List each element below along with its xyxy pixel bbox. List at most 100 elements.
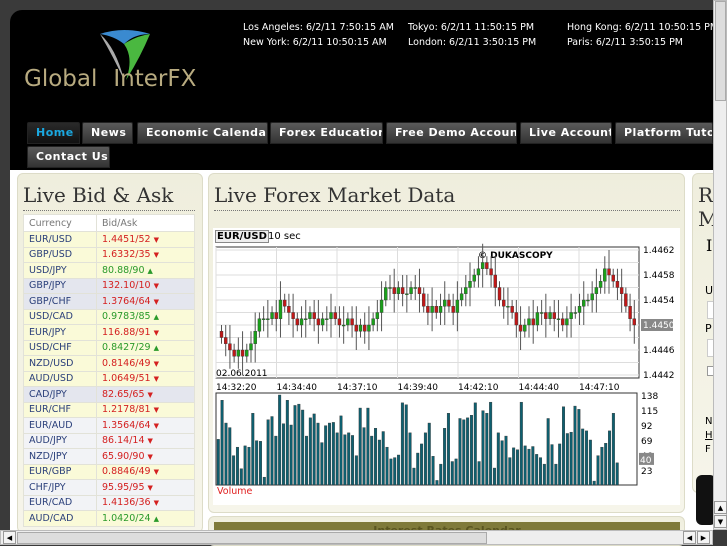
volume-bar xyxy=(588,439,592,486)
candle-body xyxy=(224,337,228,344)
bid-ask-value: 1.0420/24 ▲ xyxy=(96,510,195,527)
candle-body xyxy=(367,324,371,332)
quote: 1.0420/24 xyxy=(102,512,151,524)
candle-body xyxy=(531,318,535,326)
nav-free-demo-account[interactable]: Free Demo Account xyxy=(386,122,517,144)
currency-pair: USD/CHF xyxy=(23,339,97,356)
volume-bar xyxy=(611,413,615,486)
quote: 82.65/65 xyxy=(102,388,145,400)
scroll-right-icon[interactable]: ▶ xyxy=(697,531,710,544)
nav-live-account[interactable]: Live Account xyxy=(520,122,612,144)
volume-bar xyxy=(585,430,589,486)
volume-bar xyxy=(366,407,370,486)
candle-body xyxy=(619,287,624,294)
nav-forex-education[interactable]: Forex Education xyxy=(270,122,383,144)
vertical-scroll-thumb[interactable] xyxy=(715,1,726,101)
help-link[interactable]: H xyxy=(705,430,713,441)
volume-bar xyxy=(542,463,546,486)
bid-ask-row: CAD/JPY 82.65/65 ▼ xyxy=(23,386,195,403)
price-tick-label: 1.4446 xyxy=(643,346,675,356)
volume-bar xyxy=(297,403,301,486)
nav-platform-tutorials[interactable]: Platform Tutori xyxy=(615,122,713,144)
volume-bar xyxy=(516,449,519,486)
quote: 95.95/95 xyxy=(102,481,145,493)
volume-bar xyxy=(573,405,577,486)
logo-text-left: Global xyxy=(24,66,98,92)
bid-ask-row: EUR/CHF 1.2178/81 ▼ xyxy=(23,401,195,418)
nav-home[interactable]: Home xyxy=(27,122,80,144)
quote: 116.88/91 xyxy=(102,326,151,338)
candle-body xyxy=(421,293,426,307)
nav-news[interactable]: News xyxy=(82,122,133,144)
candle-body xyxy=(590,293,594,301)
volume-bar xyxy=(481,410,485,486)
candle-body xyxy=(245,349,249,357)
bid-ask-value: 65.90/90 ▼ xyxy=(96,448,195,465)
currency-pair: AUD/JPY xyxy=(23,432,97,449)
volume-bar xyxy=(462,419,466,486)
horizontal-scroll-thumb[interactable] xyxy=(17,532,487,544)
volume-bar xyxy=(228,427,232,486)
candle-body xyxy=(384,287,388,301)
volume-bar xyxy=(243,445,247,486)
candle-body xyxy=(409,287,413,294)
candle-body xyxy=(603,268,607,282)
currency-pair: EUR/AUD xyxy=(23,417,97,434)
time-tick-label: 14:47:10 xyxy=(579,383,620,393)
bid-ask-value: 82.65/65 ▼ xyxy=(96,386,195,403)
candle-body xyxy=(556,318,561,320)
volume-bar xyxy=(435,480,439,486)
volume-bar xyxy=(439,463,443,486)
scroll-down-icon[interactable]: ▼ xyxy=(714,515,727,528)
candle-body xyxy=(628,306,632,319)
clock-paris: Paris: 6/2/11 3:50:15 PM xyxy=(567,37,684,48)
date-label: 02.06.2011 xyxy=(216,369,268,379)
candle-body xyxy=(388,287,392,289)
arrow-down-icon: ▼ xyxy=(147,390,153,399)
candle-body xyxy=(459,293,464,301)
volume-bar xyxy=(420,443,424,486)
volume-bar xyxy=(450,461,454,486)
bid-ask-row: NZD/USD 0.8146/49 ▼ xyxy=(23,355,195,372)
currency-pair: NZD/USD xyxy=(23,355,97,372)
volume-tick-label: 69 xyxy=(641,437,653,447)
currency-pair: GBP/JPY xyxy=(23,277,97,294)
login-tab[interactable]: I xyxy=(706,236,712,255)
volume-bar xyxy=(232,455,236,486)
logo[interactable]: Global InterFX xyxy=(24,28,224,98)
bid-ask-row: GBP/CHF 1.3764/64 ▼ xyxy=(23,293,195,310)
scroll-left-icon[interactable]: ◀ xyxy=(3,531,16,544)
arrow-down-icon: ▼ xyxy=(153,375,159,384)
quote: 132.10/10 xyxy=(102,280,151,292)
volume-bar xyxy=(485,413,489,486)
volume-bar xyxy=(347,432,351,486)
nav-economic-calendar[interactable]: Economic Calendar xyxy=(137,122,268,144)
scroll-up-icon[interactable]: ▲ xyxy=(714,501,727,514)
bid-ask-row: AUD/CAD 1.0420/24 ▲ xyxy=(23,510,195,527)
volume-bar xyxy=(351,435,355,486)
volume-bar xyxy=(324,425,328,486)
volume-bar xyxy=(289,424,293,486)
current-price-label: 1.4450 xyxy=(643,321,675,331)
candle-body xyxy=(417,287,422,294)
bid-ask-value: 1.3764/64 ▼ xyxy=(96,293,195,310)
price-tick-label: 1.4442 xyxy=(643,371,675,381)
vertical-scrollbar[interactable]: ▲ ▼ xyxy=(713,0,727,530)
currency-pair: USD/JPY xyxy=(23,262,97,279)
bid-ask-row: GBP/JPY 132.10/10 ▼ xyxy=(23,277,195,294)
quote: 1.2178/81 xyxy=(102,404,151,416)
bid-ask-row: EUR/USD 1.4451/52 ▼ xyxy=(23,231,195,248)
volume-bar xyxy=(370,435,374,486)
nav-contact-us[interactable]: Contact Us xyxy=(27,146,110,168)
bid-ask-value: 95.95/95 ▼ xyxy=(96,479,195,496)
candle-body xyxy=(219,331,224,338)
bid-ask-row: EUR/AUD 1.3564/64 ▼ xyxy=(23,417,195,434)
horizontal-scrollbar[interactable]: ◀ ◀ ▶ xyxy=(0,530,713,545)
candle-body xyxy=(228,343,232,351)
candle-body xyxy=(443,299,447,307)
volume-bar xyxy=(308,417,312,486)
volume-bar xyxy=(316,422,320,486)
quote: 1.3564/64 xyxy=(102,419,151,431)
arrow-down-icon: ▼ xyxy=(153,251,159,260)
scroll-left-icon-2[interactable]: ◀ xyxy=(683,531,696,544)
